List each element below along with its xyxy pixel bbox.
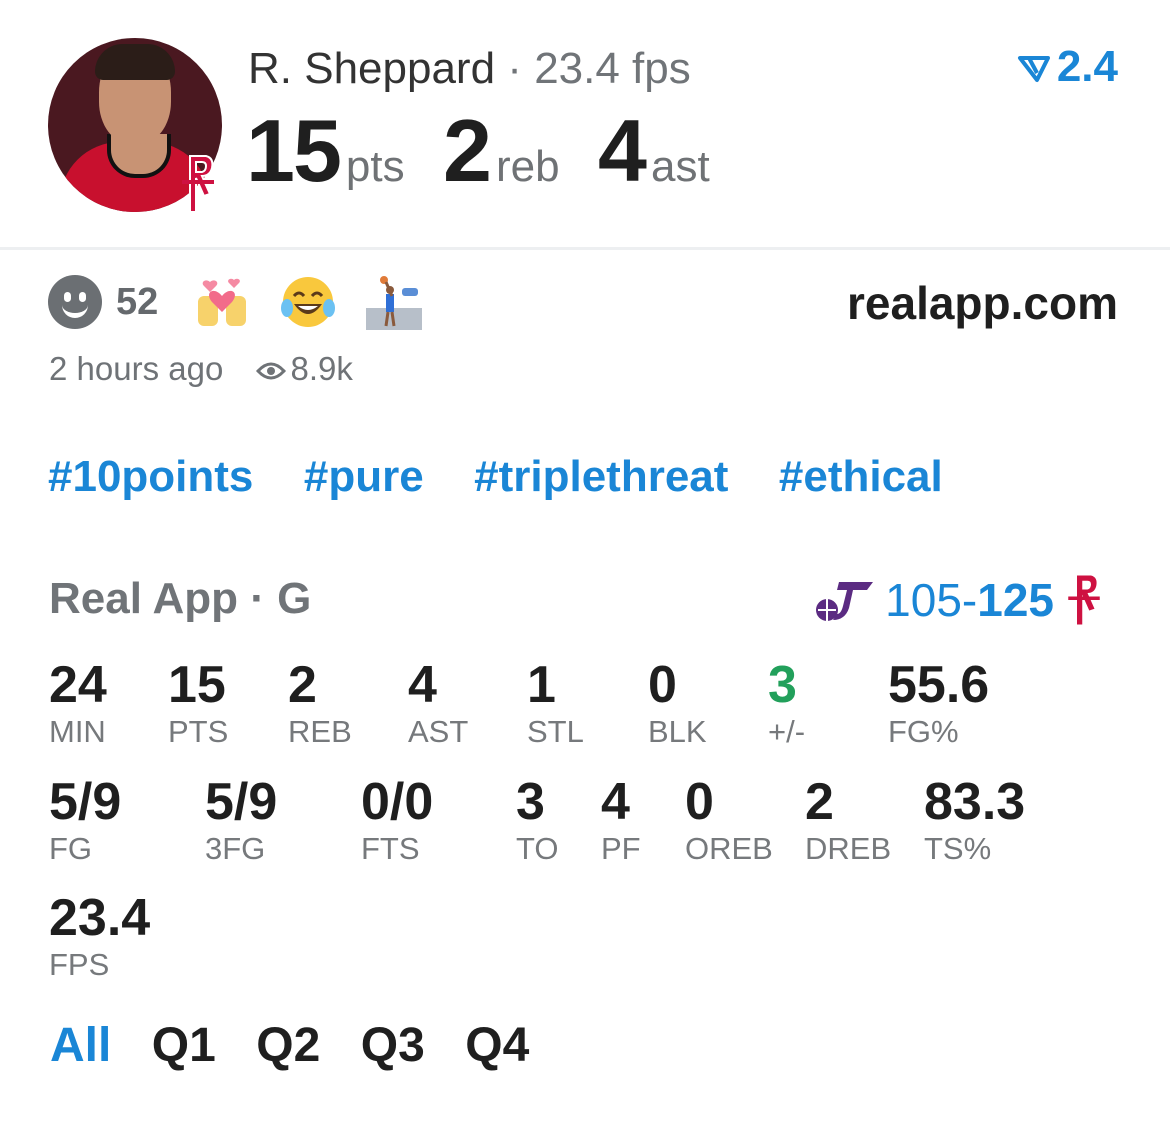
player-name-line: R. Sheppard · 23.4 fps <box>248 44 691 94</box>
stat-reb: 2 REB <box>288 656 352 749</box>
player-name[interactable]: R. Sheppard <box>248 44 495 93</box>
score-dash: - <box>961 574 978 626</box>
tab-q3[interactable]: Q3 <box>361 1019 425 1072</box>
smiley-icon[interactable] <box>48 275 102 329</box>
tab-q4[interactable]: Q4 <box>465 1019 529 1072</box>
game-score[interactable]: 105-125 <box>803 572 1114 628</box>
eye-icon <box>256 362 287 380</box>
game-title: Real App · G <box>49 574 312 623</box>
hashtag-triplethreat[interactable]: #triplethreat <box>474 452 728 501</box>
stat-stl: 1 STL <box>527 656 584 749</box>
rating-value: 2.4 <box>1056 42 1118 91</box>
player-fps: 23.4 fps <box>534 44 691 93</box>
player-sticker-icon[interactable] <box>366 274 423 330</box>
away-score: 105 <box>885 574 962 626</box>
stat-min: 24 MIN <box>49 656 107 749</box>
tab-q1[interactable]: Q1 <box>152 1019 216 1072</box>
rockets-logo-icon <box>1068 575 1100 625</box>
stat-oreb: 0 OREB <box>685 773 773 866</box>
reaction-count: 52 <box>116 280 159 323</box>
header-divider <box>0 247 1170 250</box>
rating-badge[interactable]: 2.4 <box>1017 42 1118 92</box>
hashtag-pure[interactable]: #pure <box>304 452 424 501</box>
hashtag-list: #10points #pure #triplethreat #ethical <box>48 452 989 502</box>
avatar-hair <box>95 44 175 80</box>
laughing-emoji-icon[interactable] <box>280 274 336 330</box>
tab-q2[interactable]: Q2 <box>256 1019 320 1072</box>
post-time: 2 hours ago <box>49 350 224 387</box>
stat-dreb: 2 DREB <box>805 773 892 866</box>
stat-plus-minus: 3 +/- <box>768 656 806 749</box>
stat-fg: 5/9 FG <box>49 773 122 866</box>
stat-3fg: 5/9 3FG <box>205 773 278 866</box>
site-link[interactable]: realapp.com <box>847 276 1118 330</box>
period-tabs: All Q1 Q2 Q3 Q4 <box>50 1018 565 1073</box>
view-count: 8.9k <box>290 350 353 387</box>
stat-fts: 0/0 FTS <box>361 773 434 866</box>
headline-assists: 4 ast <box>598 101 710 200</box>
rating-arrow-icon <box>1017 56 1050 82</box>
name-separator: · <box>507 44 522 93</box>
tab-all[interactable]: All <box>50 1019 111 1072</box>
home-score: 125 <box>977 574 1054 626</box>
hashtag-10points[interactable]: #10points <box>48 452 253 501</box>
headline-rebounds: 2 reb <box>443 101 560 200</box>
stat-blk: 0 BLK <box>648 656 707 749</box>
hashtag-ethical[interactable]: #ethical <box>779 452 943 501</box>
stat-ts-pct: 83.3 TS% <box>924 773 1026 866</box>
post-meta: 2 hours ago 8.9k <box>49 350 353 388</box>
hearts-emoji-icon[interactable] <box>194 274 250 330</box>
headline-stats: 15 pts 2 reb 4 ast <box>246 100 744 202</box>
stat-to: 3 TO <box>516 773 559 866</box>
stat-fps: 23.4 FPS <box>49 889 151 982</box>
stat-ast: 4 AST <box>408 656 469 749</box>
stat-pf: 4 PF <box>601 773 641 866</box>
reactions-bar: 52 <box>48 274 452 330</box>
rockets-logo-icon <box>182 155 214 213</box>
stat-fg-pct: 55.6 FG% <box>888 656 990 749</box>
jazz-logo-icon <box>816 582 874 621</box>
stat-pts: 15 PTS <box>168 656 229 749</box>
headline-points: 15 pts <box>246 101 405 200</box>
